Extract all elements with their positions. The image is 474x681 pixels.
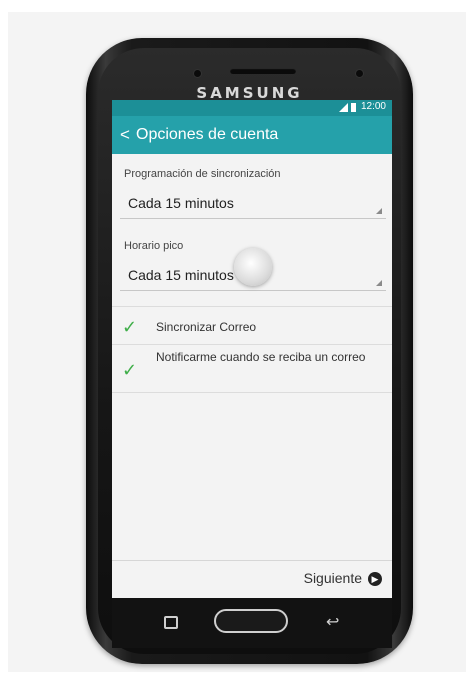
sync-schedule-value: Cada 15 minutos	[128, 195, 234, 211]
status-time: 12:00	[360, 101, 386, 112]
recent-apps-icon[interactable]	[164, 616, 178, 629]
back-key-icon[interactable]: ↩	[326, 612, 339, 632]
notify-mail-row[interactable]: ✓ Notificarme cuando se reciba un correo	[112, 348, 392, 390]
peak-schedule-label: Horario pico	[124, 240, 184, 252]
earpiece-speaker	[230, 68, 296, 74]
chevron-right-circle-icon: ▶	[368, 572, 382, 587]
sync-schedule-label: Programación de sincronización	[124, 168, 281, 180]
page-title: Opciones de cuenta	[136, 126, 279, 143]
hardware-nav-bar: ↩	[112, 598, 392, 648]
action-bar: < Opciones de cuenta	[112, 116, 392, 154]
divider	[112, 306, 392, 307]
checkbox-checked-icon[interactable]: ✓	[122, 361, 138, 379]
touch-indicator	[234, 248, 272, 286]
next-button[interactable]: Siguiente ▶	[303, 570, 382, 587]
sync-schedule-select[interactable]: Cada 15 minutos	[120, 188, 386, 219]
divider	[112, 392, 392, 393]
dropdown-caret-icon	[376, 208, 382, 214]
battery-icon	[351, 103, 356, 112]
home-button[interactable]	[214, 609, 288, 633]
back-arrow-icon[interactable]: <	[120, 125, 130, 145]
sync-mail-row[interactable]: ✓ Sincronizar Correo	[112, 314, 392, 342]
front-camera-icon	[194, 70, 201, 77]
peak-schedule-value: Cada 15 minutos	[128, 267, 234, 283]
screen: 12:00 < Opciones de cuenta Programación …	[112, 100, 392, 598]
next-label: Siguiente	[303, 570, 362, 586]
checkbox-checked-icon[interactable]: ✓	[122, 318, 138, 336]
signal-icon	[339, 103, 348, 112]
sensor-icon	[356, 70, 363, 77]
notify-mail-label: Notificarme cuando se reciba un correo	[156, 350, 366, 364]
status-bar: 12:00	[112, 100, 392, 116]
footer-divider	[112, 560, 392, 561]
dropdown-caret-icon	[376, 280, 382, 286]
sync-mail-label: Sincronizar Correo	[156, 320, 257, 334]
divider	[112, 344, 392, 345]
